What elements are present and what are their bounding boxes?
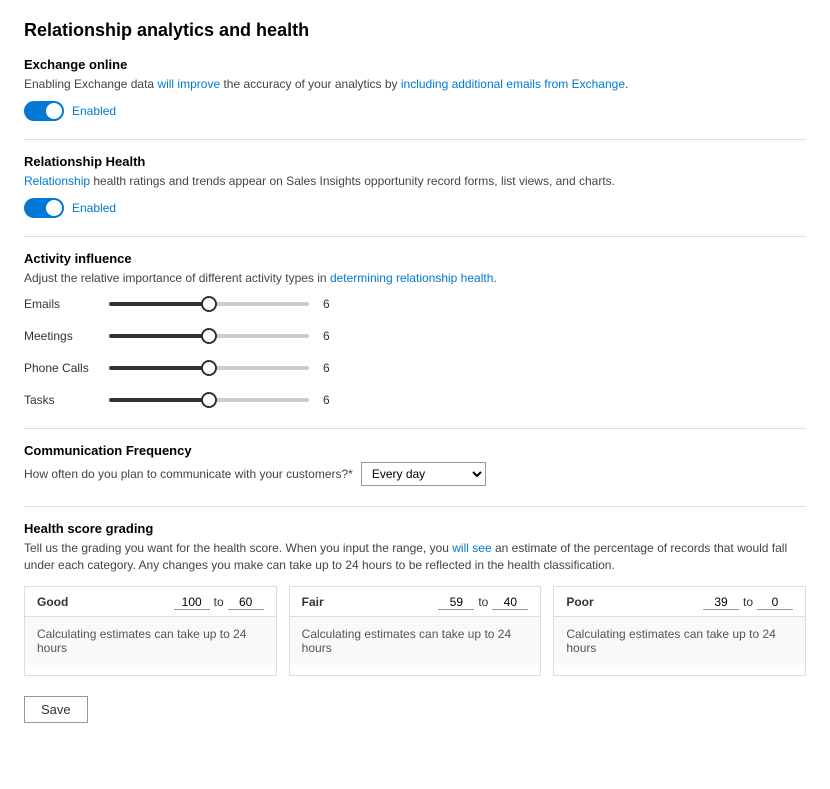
exchange-desc-text3: . (625, 77, 628, 91)
activity-influence-heading: Activity influence (24, 251, 806, 266)
card-range-to-poor[interactable] (757, 595, 793, 610)
activity-influence-description: Adjust the relative importance of differ… (24, 270, 806, 287)
card-range-fair: to (438, 595, 528, 610)
freq-question-label: How often do you plan to communicate wit… (24, 467, 353, 481)
relationship-health-toggle-label: Enabled (72, 201, 116, 215)
slider-row-phone-calls: Phone Calls 6 (24, 358, 806, 378)
grading-card-good: Good to Calculating estimates can take u… (24, 586, 277, 676)
card-range-from-poor[interactable] (703, 595, 739, 610)
slider-label-phone-calls: Phone Calls (24, 361, 109, 375)
slider-track-wrap-emails (109, 294, 309, 314)
divider-2 (24, 236, 806, 237)
card-range-to-label-fair: to (478, 595, 488, 609)
slider-thumb-meetings[interactable] (201, 328, 217, 344)
slider-row-tasks: Tasks 6 (24, 390, 806, 410)
rh-desc-text: health ratings and trends appear on Sale… (90, 174, 615, 188)
card-range-from-fair[interactable] (438, 595, 474, 610)
exchange-desc-link2: including additional emails from Exchang… (401, 77, 625, 91)
slider-thumb-tasks[interactable] (201, 392, 217, 408)
card-body-text-fair: Calculating estimates can take up to 24 … (302, 627, 511, 655)
slider-thumb-emails[interactable] (201, 296, 217, 312)
divider-4 (24, 506, 806, 507)
rh-desc-link: Relationship (24, 174, 90, 188)
health-score-grading-description: Tell us the grading you want for the hea… (24, 540, 806, 574)
ai-desc-text2: . (493, 271, 496, 285)
exchange-online-toggle-label: Enabled (72, 104, 116, 118)
save-button[interactable]: Save (24, 696, 88, 723)
card-body-text-good: Calculating estimates can take up to 24 … (37, 627, 246, 655)
slider-track-emails (109, 302, 309, 306)
exchange-online-heading: Exchange online (24, 57, 806, 72)
activity-influence-section: Activity influence Adjust the relative i… (24, 251, 806, 411)
card-header-fair: Fair to (290, 587, 541, 617)
relationship-health-section: Relationship Health Relationship health … (24, 154, 806, 218)
slider-row-emails: Emails 6 (24, 294, 806, 314)
card-body-fair: Calculating estimates can take up to 24 … (290, 617, 541, 665)
grading-card-poor: Poor to Calculating estimates can take u… (553, 586, 806, 676)
card-range-to-good[interactable] (228, 595, 264, 610)
freq-row: How often do you plan to communicate wit… (24, 462, 806, 486)
card-range-to-label-poor: to (743, 595, 753, 609)
slider-value-meetings: 6 (323, 329, 339, 343)
hsg-desc-text1: Tell us the grading you want for the hea… (24, 541, 452, 555)
card-range-to-label-good: to (214, 595, 224, 609)
communication-frequency-select[interactable]: Every day Every week Every two weeks Eve… (361, 462, 486, 486)
grading-card-fair: Fair to Calculating estimates can take u… (289, 586, 542, 676)
card-body-good: Calculating estimates can take up to 24 … (25, 617, 276, 665)
card-body-poor: Calculating estimates can take up to 24 … (554, 617, 805, 665)
card-header-good: Good to (25, 587, 276, 617)
slider-label-emails: Emails (24, 297, 109, 311)
slider-value-tasks: 6 (323, 393, 339, 407)
slider-track-wrap-phone-calls (109, 358, 309, 378)
exchange-online-toggle[interactable] (24, 101, 64, 121)
exchange-desc-link1: will improve (157, 77, 220, 91)
card-range-from-good[interactable] (174, 595, 210, 610)
exchange-online-toggle-wrap: Enabled (24, 101, 806, 121)
relationship-health-toggle[interactable] (24, 198, 64, 218)
exchange-desc-text1: Enabling Exchange data (24, 77, 157, 91)
relationship-health-description: Relationship health ratings and trends a… (24, 173, 806, 190)
exchange-online-section: Exchange online Enabling Exchange data w… (24, 57, 806, 121)
ai-desc-text1: Adjust the relative importance of differ… (24, 271, 330, 285)
slider-row-meetings: Meetings 6 (24, 326, 806, 346)
hsg-desc-link: will see (452, 541, 491, 555)
slider-track-wrap-meetings (109, 326, 309, 346)
relationship-health-toggle-wrap: Enabled (24, 198, 806, 218)
card-range-good: to (174, 595, 264, 610)
slider-value-phone-calls: 6 (323, 361, 339, 375)
card-header-poor: Poor to (554, 587, 805, 617)
card-title-good: Good (37, 595, 68, 609)
slider-label-meetings: Meetings (24, 329, 109, 343)
card-range-to-fair[interactable] (492, 595, 528, 610)
slider-thumb-phone-calls[interactable] (201, 360, 217, 376)
health-score-grading-heading: Health score grading (24, 521, 806, 536)
relationship-health-heading: Relationship Health (24, 154, 806, 169)
card-title-poor: Poor (566, 595, 593, 609)
slider-label-tasks: Tasks (24, 393, 109, 407)
slider-value-emails: 6 (323, 297, 339, 311)
exchange-desc-text2: the accuracy of your analytics by (220, 77, 401, 91)
slider-track-tasks (109, 398, 309, 402)
slider-track-meetings (109, 334, 309, 338)
grading-cards: Good to Calculating estimates can take u… (24, 586, 806, 676)
card-body-text-poor: Calculating estimates can take up to 24 … (566, 627, 775, 655)
slider-track-phone-calls (109, 366, 309, 370)
slider-track-wrap-tasks (109, 390, 309, 410)
divider-1 (24, 139, 806, 140)
ai-desc-link: determining relationship health (330, 271, 493, 285)
health-score-grading-section: Health score grading Tell us the grading… (24, 521, 806, 676)
divider-3 (24, 428, 806, 429)
communication-frequency-section: Communication Frequency How often do you… (24, 443, 806, 486)
communication-frequency-heading: Communication Frequency (24, 443, 806, 458)
exchange-online-description: Enabling Exchange data will improve the … (24, 76, 806, 93)
page-title: Relationship analytics and health (24, 20, 806, 41)
card-title-fair: Fair (302, 595, 324, 609)
card-range-poor: to (703, 595, 793, 610)
